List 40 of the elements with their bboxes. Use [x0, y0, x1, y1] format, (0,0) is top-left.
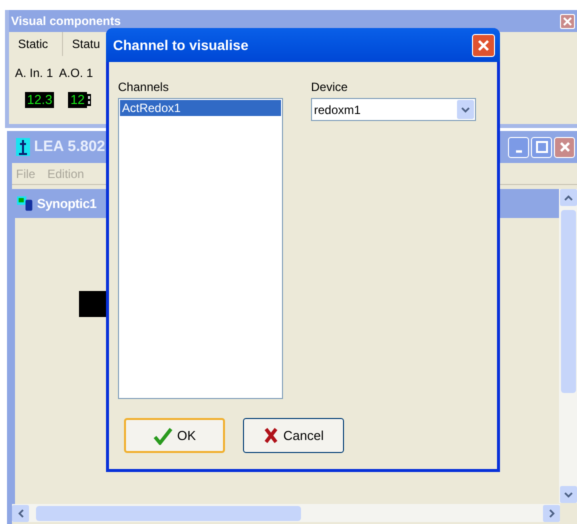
maximize-icon: [536, 141, 548, 153]
minimize-button[interactable]: [508, 136, 529, 158]
spin-icon[interactable]: [86, 94, 91, 106]
list-item[interactable]: ActRedox1: [120, 100, 281, 116]
checkmark-icon: [153, 426, 174, 444]
close-icon: [477, 38, 490, 52]
horizontal-scrollbar[interactable]: [12, 504, 560, 522]
scroll-down-button[interactable]: [560, 486, 576, 503]
app-icon: [16, 138, 30, 156]
window-title: Visual components: [11, 13, 121, 30]
device-dropdown[interactable]: redoxm1: [311, 98, 476, 121]
close-icon: [560, 142, 570, 152]
dialog-title: Channel to visualise: [113, 36, 248, 54]
scroll-right-button[interactable]: [543, 504, 560, 522]
document-icon: [17, 196, 34, 212]
scroll-thumb[interactable]: [560, 210, 576, 393]
close-icon: [563, 16, 572, 26]
window-title: Synoptic1: [37, 194, 96, 213]
cancel-button[interactable]: Cancel: [243, 418, 344, 453]
close-button[interactable]: [554, 136, 575, 158]
minimize-icon: [516, 150, 522, 152]
cross-icon: [263, 427, 280, 444]
close-button[interactable]: [472, 34, 495, 56]
display-component[interactable]: [79, 291, 109, 317]
field-label: Device: [311, 79, 349, 96]
scroll-thumb[interactable]: [36, 506, 301, 520]
channel-label: A.O. 1: [59, 65, 94, 82]
channels-list[interactable]: ActRedox1: [118, 98, 283, 399]
scroll-up-button[interactable]: [560, 189, 576, 206]
value-display: 12: [68, 92, 87, 108]
channel-label: A. In. 1: [15, 65, 54, 82]
ok-button[interactable]: OK: [124, 418, 225, 453]
window-title: LEA 5.802: [34, 136, 106, 157]
vertical-scrollbar[interactable]: [559, 189, 577, 503]
close-button[interactable]: [560, 14, 575, 28]
dropdown-button[interactable]: [457, 100, 474, 119]
scroll-left-button[interactable]: [12, 504, 29, 522]
field-label: Channels: [118, 79, 170, 96]
value-display: 12.3: [25, 92, 54, 108]
maximize-button[interactable]: [531, 136, 552, 158]
